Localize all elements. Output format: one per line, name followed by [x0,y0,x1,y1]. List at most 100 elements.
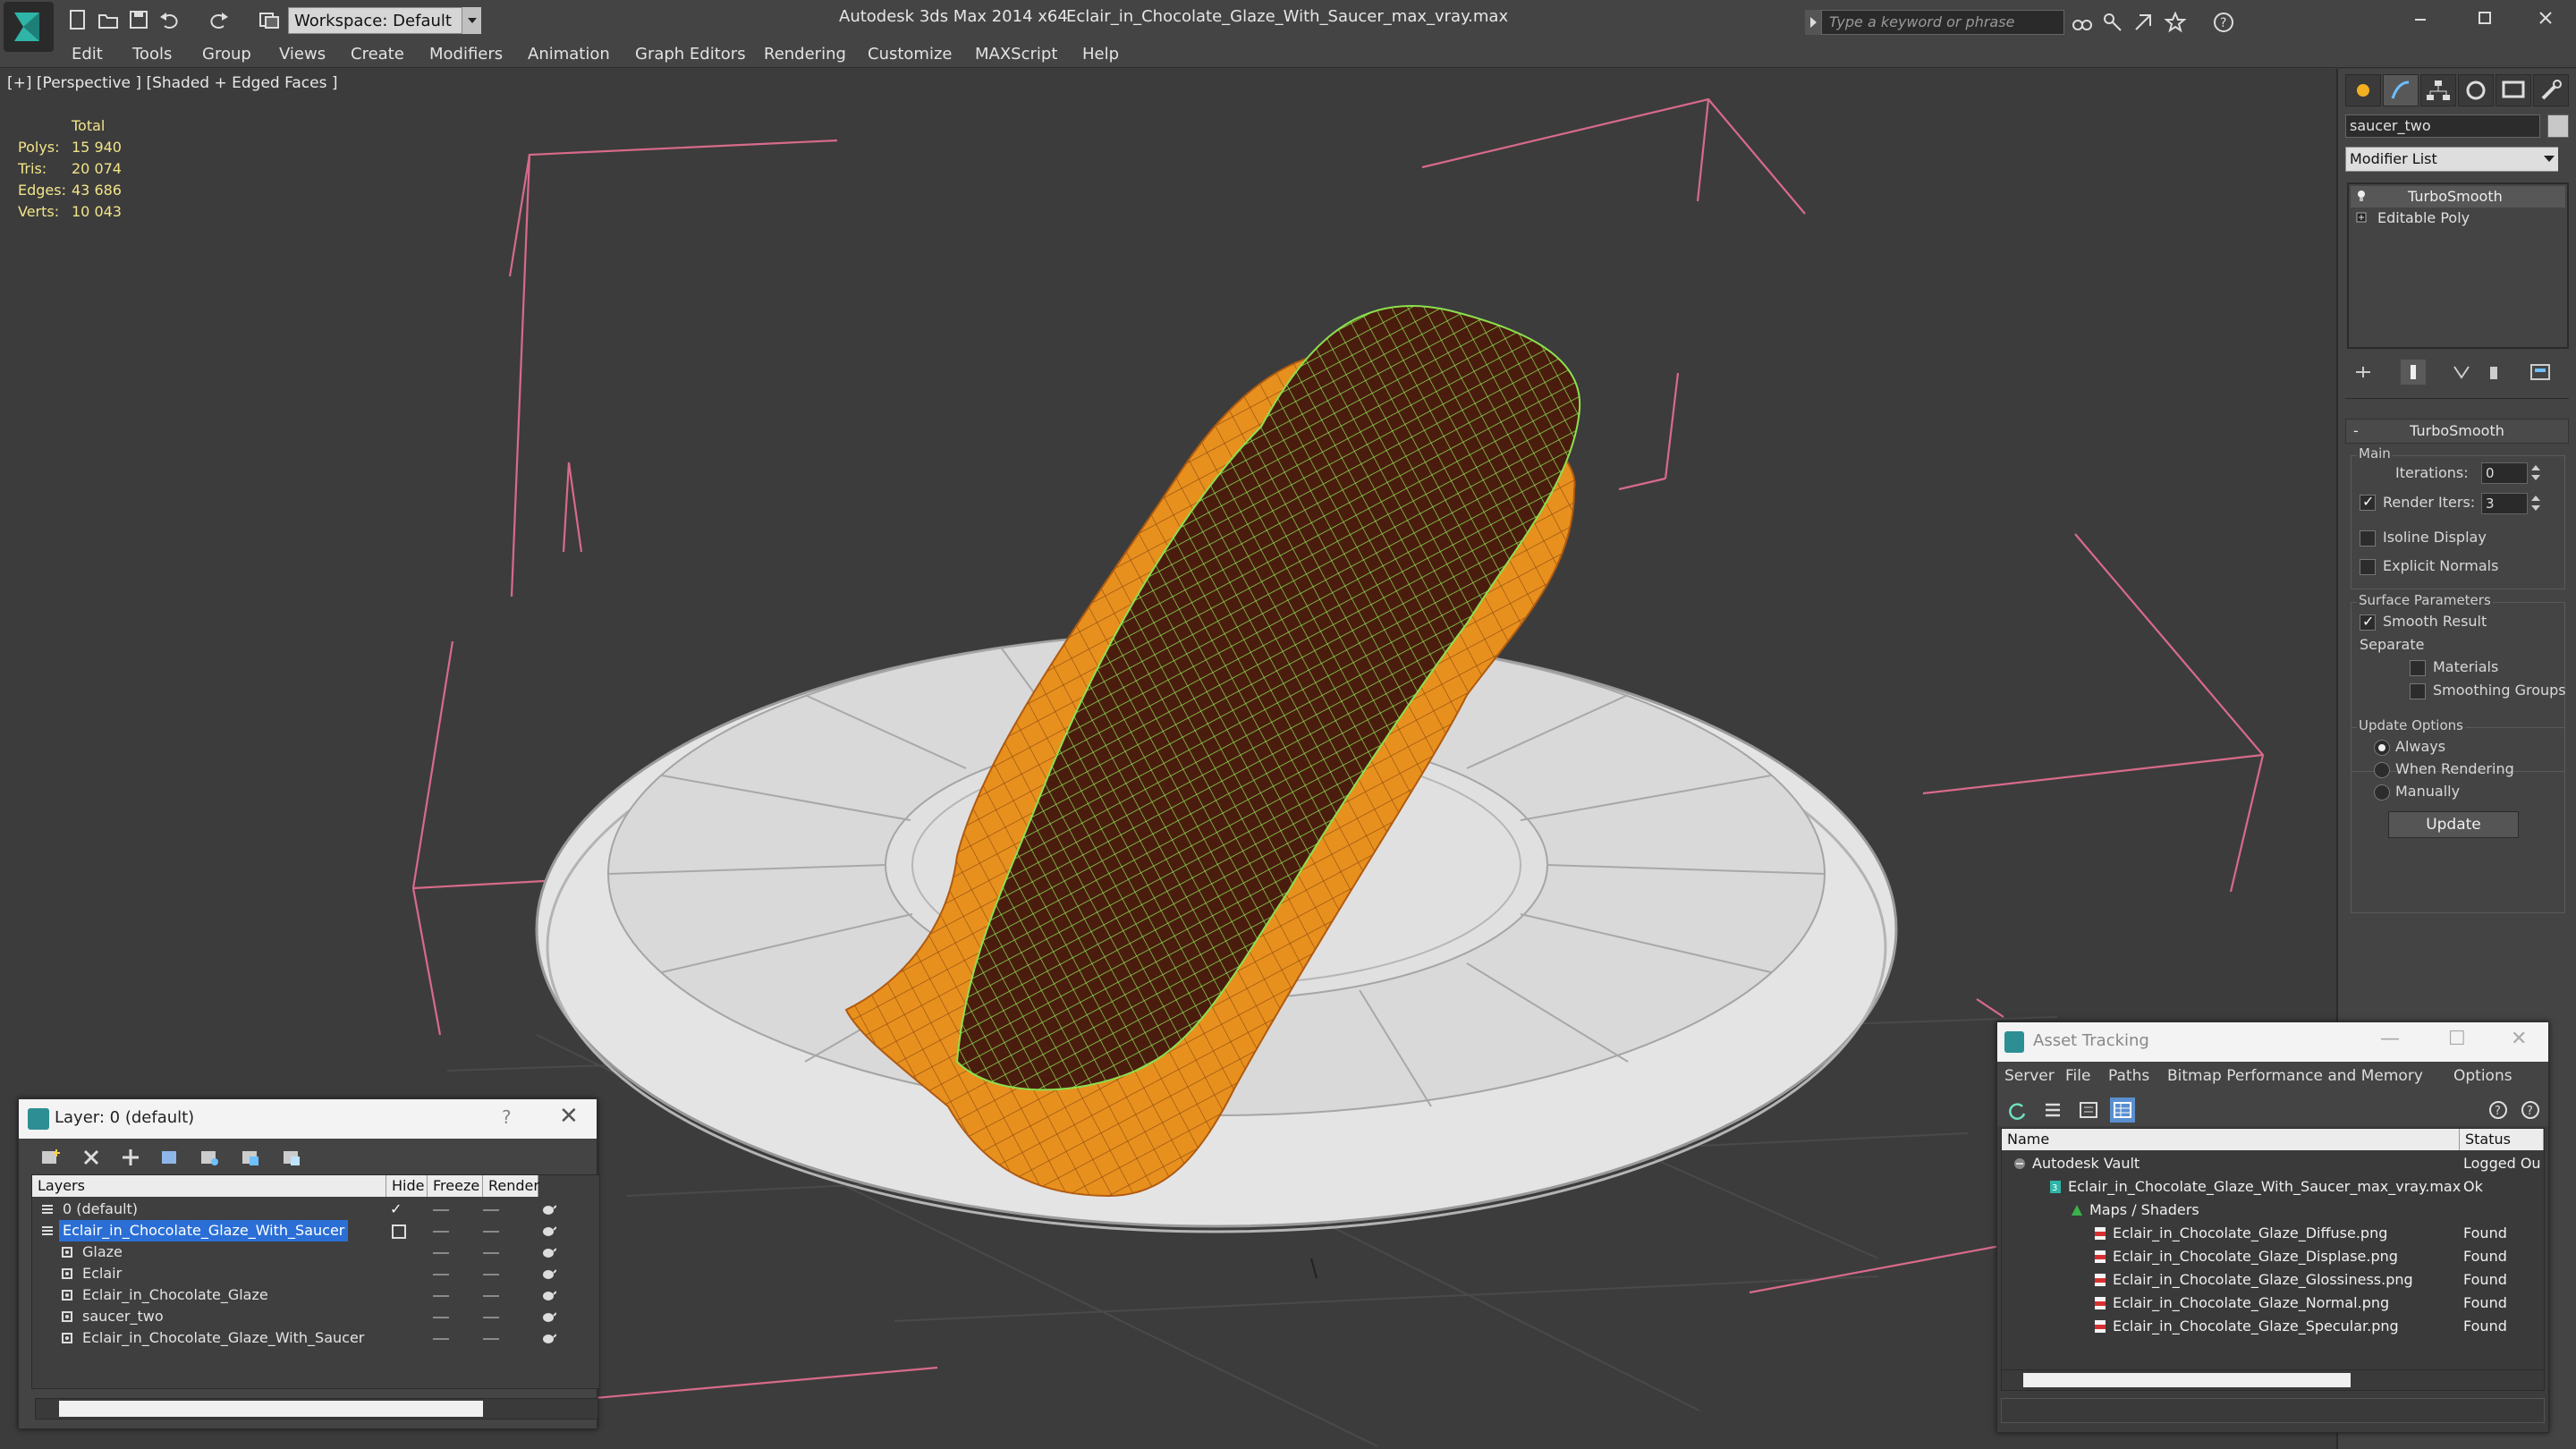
hide-toggle[interactable] [433,1317,449,1318]
layer-row[interactable]: Eclair_in_Chocolate_Glaze_With_Saucer [32,1220,599,1241]
expand-box-icon[interactable] [2356,211,2367,224]
create-layer-icon[interactable] [37,1144,64,1171]
menu-help[interactable]: Help [1082,45,1119,64]
rollout-turbosmooth[interactable]: - TurboSmooth [2345,419,2569,444]
hide-toggle[interactable] [433,1274,449,1275]
smoothing-groups-checkbox[interactable] [2410,683,2426,699]
collapse-icon[interactable]: - [2353,419,2359,443]
smooth-result-checkbox[interactable] [2360,613,2376,631]
app-menu-button[interactable] [4,2,54,52]
help-button[interactable]: ? [502,1106,512,1128]
freeze-toggle[interactable] [483,1209,499,1211]
lightbulb-icon[interactable] [2356,190,2367,202]
maximize-icon[interactable]: ☐ [2448,1028,2466,1050]
asset-row[interactable]: Eclair_in_Chocolate_Glaze_Normal.png Foun… [2002,1292,2544,1314]
update-button[interactable]: Update [2388,811,2519,838]
column-header-render[interactable]: Render [483,1175,539,1197]
menu-graph-editors[interactable]: Graph Editors [635,45,746,64]
freeze-toggle[interactable] [483,1295,499,1297]
make-unique-icon[interactable] [2449,360,2474,385]
asset-path-field[interactable] [2001,1398,2545,1423]
render-teapot-icon[interactable] [540,1332,556,1344]
stack-item-turbosmooth[interactable]: TurboSmooth [2351,186,2565,208]
pin-stack-icon[interactable] [2351,360,2376,385]
stack-item-editable-poly[interactable]: Editable Poly [2351,208,2565,229]
star-icon[interactable] [2165,12,2186,33]
remove-modifier-icon[interactable] [2481,360,2506,385]
spinner-arrows-icon[interactable] [2529,493,2542,514]
subscription-icon[interactable] [2132,12,2154,33]
minimize-icon[interactable]: — [2380,1028,2400,1050]
asset-row[interactable]: Eclair_in_Chocolate_Glaze_Glossiness.png… [2002,1268,2544,1291]
key-icon[interactable] [2102,12,2123,33]
hide-all-layers-icon[interactable] [237,1144,264,1171]
layer-row-name[interactable]: Glaze [79,1241,126,1263]
configure-modifier-sets-icon[interactable] [2528,360,2553,385]
menu-tools[interactable]: Tools [132,45,172,64]
column-header-layers[interactable]: Layers [32,1175,386,1197]
viewport-label[interactable]: [+] [Perspective ] [Shaded + Edged Faces… [7,74,337,92]
menu-edit[interactable]: Edit [72,45,103,64]
column-header-name[interactable]: Name [2002,1129,2460,1150]
show-end-result-icon[interactable] [2401,360,2426,385]
scrollbar-thumb[interactable] [59,1401,483,1417]
search-expand-icon[interactable] [1805,10,1821,35]
render-teapot-icon[interactable] [540,1267,556,1280]
minimize-icon[interactable] [2402,5,2438,32]
binoculars-icon[interactable] [2072,12,2093,33]
iterations-spinner[interactable]: 0 [2481,462,2528,484]
hide-toggle[interactable] [433,1252,449,1254]
table-view-icon[interactable] [2110,1097,2135,1123]
menu-maxscript[interactable]: MAXScript [975,45,1057,64]
freeze-toggle[interactable] [483,1252,499,1254]
menu-customize[interactable]: Customize [868,45,952,64]
layer-row[interactable]: 0 (default) ✓ [32,1199,599,1220]
vault-help-icon[interactable]: ? [2486,1097,2511,1123]
select-objects-icon[interactable] [157,1144,183,1171]
new-file-icon[interactable] [66,8,89,31]
layer-row-name[interactable]: saucer_two [79,1306,167,1327]
list-view-icon[interactable] [2040,1097,2065,1123]
asset-menu-server[interactable]: Server [2004,1067,2055,1085]
object-color-swatch[interactable] [2547,114,2569,138]
layer-row-name[interactable]: Eclair_in_Chocolate_Glaze_With_Saucer [79,1327,368,1349]
tab-motion[interactable] [2458,74,2494,106]
update-when-rendering-radio[interactable] [2374,762,2390,778]
scrollbar-thumb[interactable] [2023,1373,2351,1387]
layer-row-name[interactable]: Eclair_in_Chocolate_Glaze [79,1284,272,1306]
spinner-arrows-icon[interactable] [2529,462,2542,484]
object-name-input[interactable]: saucer_two [2345,114,2540,138]
render-iters-checkbox[interactable] [2360,493,2376,511]
render-teapot-icon[interactable] [540,1310,556,1323]
asset-menu-bitmap-performance[interactable]: Bitmap Performance and Memory [2167,1067,2423,1085]
delete-layer-icon[interactable] [78,1144,105,1171]
render-teapot-icon[interactable] [540,1246,556,1258]
asset-menu-file[interactable]: File [2065,1067,2090,1085]
tab-display[interactable] [2496,74,2531,106]
asset-row[interactable]: Eclair_in_Chocolate_Glaze_Specular.png Fo… [2002,1315,2544,1337]
explicit-normals-checkbox[interactable] [2360,559,2376,575]
menu-animation[interactable]: Animation [528,45,610,64]
redo-icon[interactable] [208,8,231,31]
menu-views[interactable]: Views [279,45,326,64]
asset-menu-options[interactable]: Options [2453,1067,2512,1085]
add-to-layer-icon[interactable] [117,1144,144,1171]
render-teapot-icon[interactable] [540,1224,556,1237]
layer-row[interactable]: Eclair_in_Chocolate_Glaze_With_Saucer [32,1327,599,1349]
refresh-icon[interactable] [2004,1097,2029,1123]
maximize-icon[interactable] [2467,5,2503,32]
help-icon[interactable]: ? [2518,1097,2543,1123]
menu-modifiers[interactable]: Modifiers [429,45,503,64]
hide-toggle[interactable] [433,1231,449,1233]
tab-create[interactable] [2345,74,2381,106]
undo-icon[interactable] [157,8,181,31]
column-header-freeze[interactable]: Freeze [428,1175,483,1197]
menu-group[interactable]: Group [202,45,251,64]
menu-rendering[interactable]: Rendering [764,45,846,64]
asset-row[interactable]: Eclair_in_Chocolate_Glaze_Displase.png Fo… [2002,1245,2544,1267]
open-folder-icon[interactable] [97,8,120,31]
tab-modify[interactable] [2383,74,2419,106]
set-current-layer-icon[interactable] [392,1224,406,1239]
hide-toggle[interactable] [433,1338,449,1340]
materials-checkbox[interactable] [2410,660,2426,676]
